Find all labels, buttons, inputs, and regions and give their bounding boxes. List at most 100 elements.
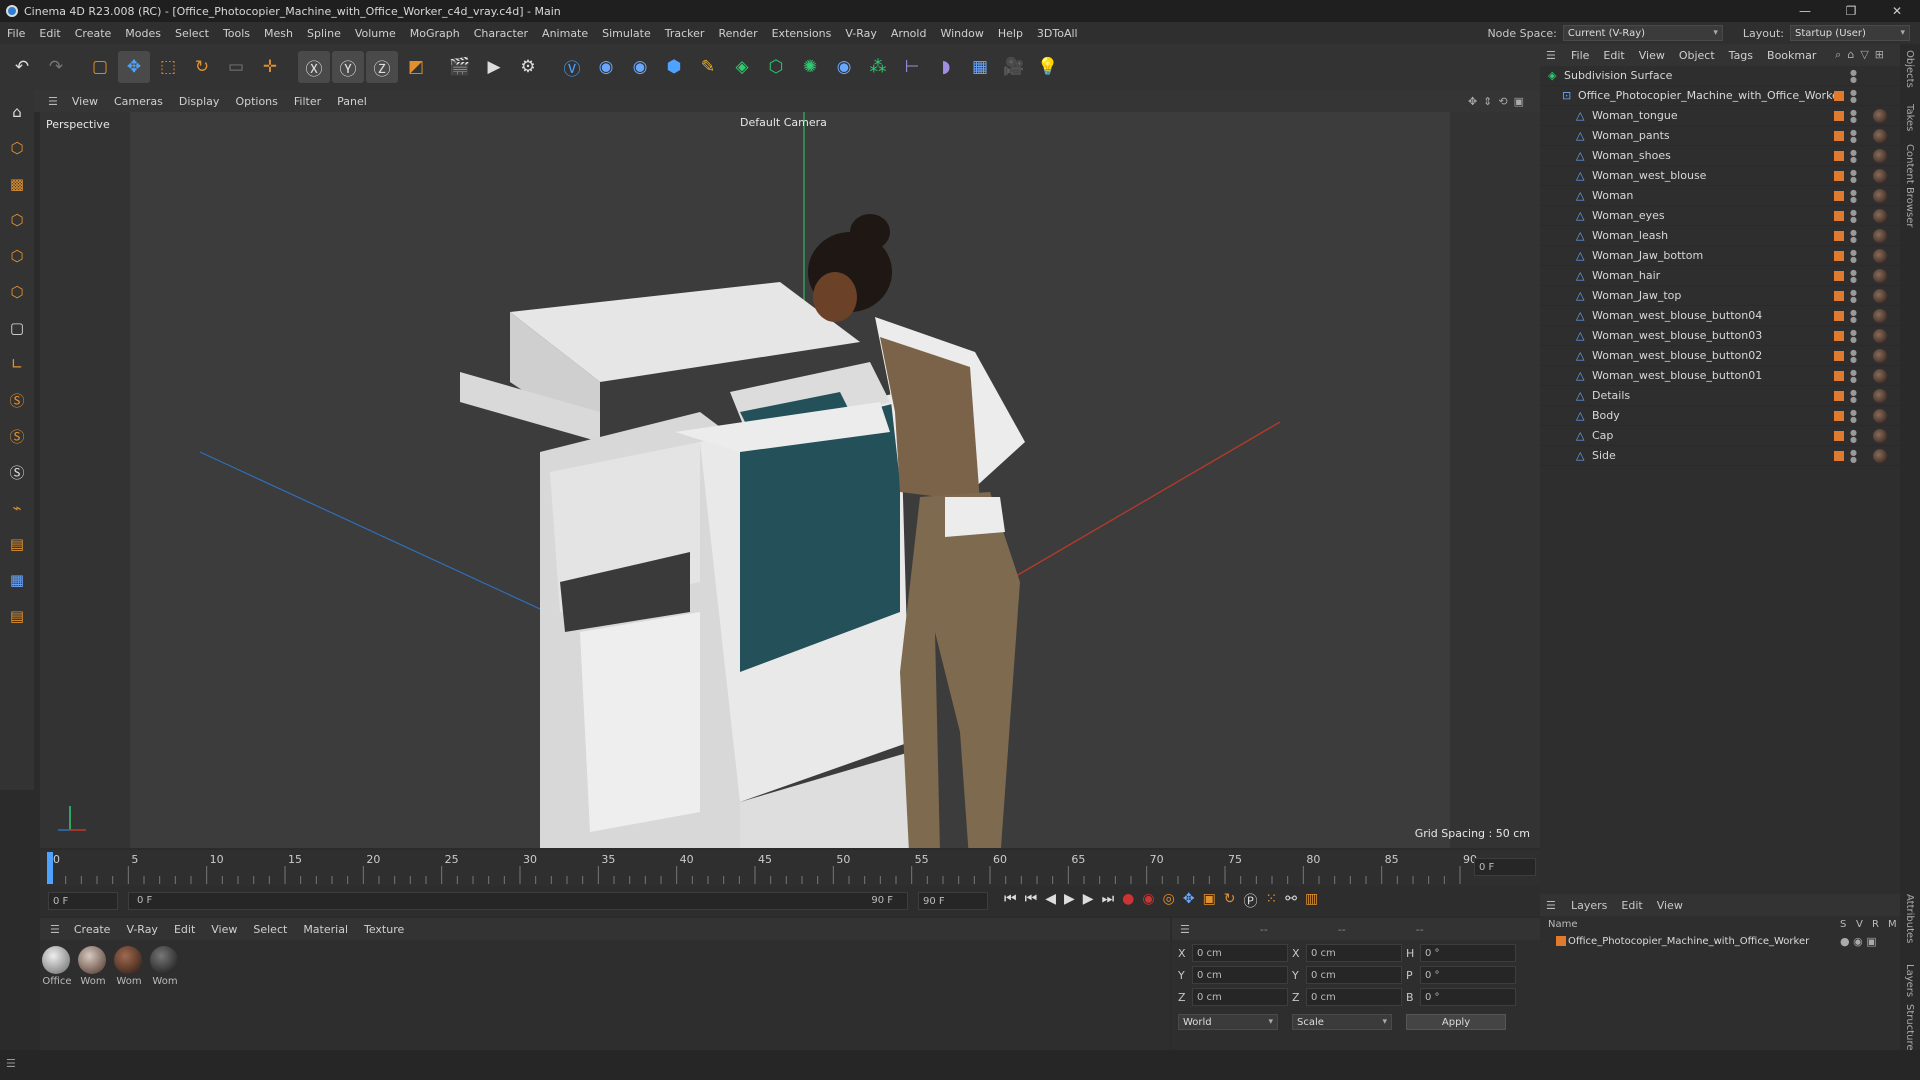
material-tag-icon[interactable] — [1873, 208, 1887, 223]
timeline-ruler[interactable]: 0 5 10 15 20 25 30 35 40 45 50 55 60 65 70 75 80 85 90 0 F — [40, 850, 1540, 886]
viewport-menu-panel[interactable]: Panel — [329, 95, 375, 108]
cube-icon[interactable]: ⬢ — [658, 51, 690, 83]
material-tag-icon[interactable] — [1873, 288, 1887, 303]
play-icon[interactable]: ▶ — [1064, 891, 1075, 911]
transform-icon[interactable]: ✛ — [254, 51, 286, 83]
tab-takes[interactable]: Takes — [1904, 104, 1915, 131]
layer-color-tag[interactable] — [1834, 330, 1844, 341]
subdivision-icon[interactable]: ◈ — [726, 51, 758, 83]
autokey-icon[interactable]: ◉ — [1142, 891, 1154, 911]
layer-menu-icon[interactable]: ☰ — [1546, 899, 1556, 912]
menu-modes[interactable]: Modes — [118, 27, 168, 40]
menu-tools[interactable]: Tools — [216, 27, 257, 40]
visibility-dots-icon[interactable]: ● ● — [1850, 408, 1857, 423]
material-tag-icon[interactable] — [1873, 248, 1887, 263]
visibility-dots-icon[interactable]: ● ● — [1850, 168, 1857, 183]
magnet-icon[interactable]: ⌁ — [3, 492, 31, 524]
object-menu-tags[interactable]: Tags — [1722, 49, 1760, 62]
layer-color-tag[interactable] — [1834, 170, 1844, 181]
material-tag-icon[interactable] — [1873, 228, 1887, 243]
snap-icon[interactable]: Ⓢ — [3, 384, 31, 416]
uv-mode-icon[interactable]: ▢ — [3, 312, 31, 344]
layer-menu-view[interactable]: View — [1650, 899, 1690, 912]
object-tree-row[interactable]: △ Woman ● ● — [1540, 186, 1900, 206]
layer-color-tag[interactable] — [1834, 230, 1844, 241]
visibility-dots-icon[interactable]: ● ● — [1850, 268, 1857, 283]
material-slot[interactable]: Wom — [78, 946, 108, 987]
layer-color-tag[interactable] — [1834, 130, 1844, 141]
material-tag-icon[interactable] — [1873, 388, 1887, 403]
material-tag-icon[interactable] — [1873, 308, 1887, 323]
visibility-dots-icon[interactable]: ● ● — [1850, 448, 1857, 463]
menu-3dtoall[interactable]: 3DToAll — [1030, 27, 1085, 40]
layer-menu-edit[interactable]: Edit — [1614, 899, 1649, 912]
material-tag-icon[interactable] — [1873, 128, 1887, 143]
point-mode-icon[interactable]: ⬡ — [3, 204, 31, 236]
layer-color-tag[interactable] — [1834, 310, 1844, 321]
visibility-dots-icon[interactable]: ● ● — [1850, 308, 1857, 323]
go-to-start-icon[interactable]: ⏮ — [1004, 891, 1017, 911]
material-slot[interactable]: Office — [42, 946, 72, 987]
position-x-field[interactable]: 0 cm — [1192, 944, 1288, 962]
material-menu-create[interactable]: Create — [66, 923, 119, 936]
viewport-menu-display[interactable]: Display — [171, 95, 228, 108]
layout-select[interactable]: Startup (User) — [1790, 25, 1910, 41]
object-tree-row[interactable]: △ Woman_hair ● ● — [1540, 266, 1900, 286]
python-script-3-icon[interactable]: ◉ — [828, 51, 860, 83]
visibility-dots-icon[interactable]: ● ● — [1850, 328, 1857, 343]
render-region-icon[interactable]: 🎬 — [444, 51, 476, 83]
material-menu-material[interactable]: Material — [295, 923, 356, 936]
redo-icon[interactable]: ↷ — [40, 51, 72, 83]
make-editable-icon[interactable]: ⌂ — [3, 96, 31, 128]
menu-tracker[interactable]: Tracker — [658, 27, 712, 40]
snap-2-icon[interactable]: Ⓢ — [3, 420, 31, 452]
material-tag-icon[interactable] — [1873, 328, 1887, 343]
object-menu-icon[interactable]: ☰ — [1546, 49, 1556, 62]
render-settings-icon[interactable]: ⚙ — [512, 51, 544, 83]
rotation-h-field[interactable]: 0 ° — [1420, 944, 1516, 962]
object-tree-row[interactable]: △ Woman_Jaw_bottom ● ● — [1540, 246, 1900, 266]
menu-simulate[interactable]: Simulate — [595, 27, 658, 40]
viewport-nav-icons[interactable]: ✥⇕⟲▣ — [1468, 95, 1530, 108]
object-menu-view[interactable]: View — [1632, 49, 1672, 62]
layer-color-tag[interactable] — [1834, 370, 1844, 381]
object-menu-object[interactable]: Object — [1672, 49, 1722, 62]
vray-icon[interactable]: Ⓥ — [556, 51, 588, 83]
y-axis-lock-icon[interactable]: Ⓨ — [332, 51, 364, 83]
restore-button[interactable]: ❐ — [1828, 0, 1874, 22]
object-tree-row[interactable]: △ Woman_pants ● ● — [1540, 126, 1900, 146]
layer-color-tag[interactable] — [1834, 210, 1844, 221]
layer-color-tag[interactable] — [1834, 90, 1844, 101]
material-tag-icon[interactable] — [1873, 348, 1887, 363]
rotation-p-field[interactable]: 0 ° — [1420, 966, 1516, 984]
visibility-dots-icon[interactable]: ● ● — [1850, 288, 1857, 303]
layer-color-tag[interactable] — [1834, 270, 1844, 281]
snap-3-icon[interactable]: Ⓢ — [3, 456, 31, 488]
camera-icon[interactable]: 🎥 — [998, 51, 1030, 83]
extrude-icon[interactable]: ⬡ — [760, 51, 792, 83]
material-tag-icon[interactable] — [1873, 408, 1887, 423]
visibility-dots-icon[interactable]: ● ● — [1850, 348, 1857, 363]
visibility-dots-icon[interactable]: ● ● — [1850, 368, 1857, 383]
material-tag-icon[interactable] — [1873, 168, 1887, 183]
object-tree-row[interactable]: ◈ Subdivision Surface ● ● — [1540, 66, 1900, 86]
layer-color-tag[interactable] — [1834, 390, 1844, 401]
visibility-dots-icon[interactable]: ● ● — [1850, 208, 1857, 223]
object-tree-row[interactable]: △ Woman_west_blouse_button02 ● ● — [1540, 346, 1900, 366]
layer-color-tag[interactable] — [1834, 110, 1844, 121]
visibility-dots-icon[interactable]: ● ● — [1850, 68, 1857, 83]
material-tag-icon[interactable] — [1873, 188, 1887, 203]
layer-color-tag[interactable] — [1834, 430, 1844, 441]
layer-color-tag[interactable] — [1834, 190, 1844, 201]
material-tag-icon[interactable] — [1873, 268, 1887, 283]
polygon-mode-icon[interactable]: ⬡ — [3, 276, 31, 308]
menu-animate[interactable]: Animate — [535, 27, 595, 40]
object-menu-bookmarks[interactable]: Bookmar — [1760, 49, 1823, 62]
coord-system-select[interactable]: World — [1178, 1014, 1278, 1030]
workplane-icon[interactable]: ▤ — [3, 528, 31, 560]
select-tool-icon[interactable]: ▭ — [220, 51, 252, 83]
material-menu-edit[interactable]: Edit — [166, 923, 203, 936]
viewport-menu-filter[interactable]: Filter — [286, 95, 329, 108]
prev-frame-icon[interactable]: ◀ — [1045, 891, 1056, 911]
live-selection-icon[interactable]: ▢ — [84, 51, 116, 83]
